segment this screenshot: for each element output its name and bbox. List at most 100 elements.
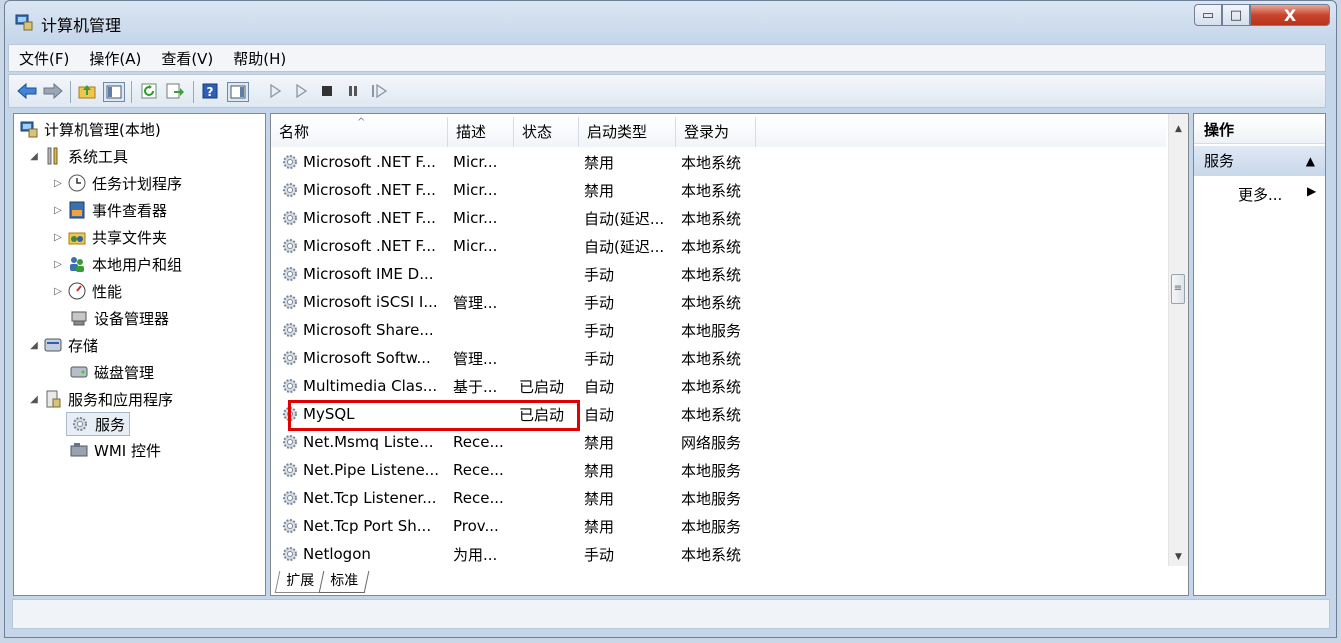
menu-action[interactable]: 操作(A) <box>79 48 151 69</box>
table-row[interactable]: Microsoft iSCSI I... 管理... 手动 本地系统 <box>271 288 1171 316</box>
users-icon <box>68 255 86 273</box>
table-row[interactable]: Multimedia Clas... 基于... 已启动 自动 本地系统 <box>271 372 1171 400</box>
expanded-triangle-icon[interactable]: ◢ <box>28 394 40 405</box>
tree-item-local-users[interactable]: ▷ 本地用户和组 <box>52 253 182 275</box>
table-row[interactable]: Microsoft IME D... 手动 本地系统 <box>271 260 1171 288</box>
minimize-icon: ▭ <box>1201 7 1215 23</box>
service-name: Microsoft IME D... <box>303 265 434 283</box>
scrollbar-thumb[interactable]: ≡ <box>1171 274 1185 304</box>
tree-label-task-scheduler: 任务计划程序 <box>92 174 183 193</box>
table-row[interactable]: Microsoft .NET F... Micr... 自动(延迟... 本地系统 <box>271 204 1171 232</box>
service-name: Microsoft iSCSI I... <box>303 293 438 311</box>
table-row[interactable]: Microsoft .NET F... Micr... 禁用 本地系统 <box>271 176 1171 204</box>
tree-item-services[interactable]: 服务 <box>66 412 131 436</box>
collapsed-triangle-icon[interactable]: ▷ <box>52 205 64 216</box>
scroll-up-icon[interactable]: ▲ <box>1169 120 1188 138</box>
tree-item-device-manager[interactable]: 设备管理器 <box>70 307 169 329</box>
stop-service-icon[interactable] <box>317 82 337 100</box>
table-row[interactable]: Netlogon 为用... 手动 本地系统 <box>271 540 1171 568</box>
service-name-cell: Microsoft .NET F... <box>271 237 445 255</box>
minimize-button[interactable]: ▭ <box>1194 4 1222 26</box>
start-service-alt-icon[interactable] <box>291 82 311 100</box>
tree-item-root[interactable]: 计算机管理(本地) <box>20 118 161 140</box>
gear-icon <box>71 415 89 433</box>
menu-help[interactable]: 帮助(H) <box>223 48 296 69</box>
service-startup-type: 自动 <box>584 405 615 424</box>
column-header-startup[interactable]: 启动类型 <box>579 117 676 147</box>
tree-item-performance[interactable]: ▷ 性能 <box>52 280 122 302</box>
menu-view[interactable]: 查看(V) <box>151 48 223 69</box>
collapsed-triangle-icon[interactable]: ▷ <box>52 259 64 270</box>
service-logon-as: 本地系统 <box>681 209 742 228</box>
service-desc: 基于... <box>453 377 498 396</box>
menu-file[interactable]: 文件(F) <box>9 48 79 69</box>
column-header-status[interactable]: 状态 <box>514 117 579 147</box>
tab-extended[interactable]: 扩展 <box>274 571 326 593</box>
vertical-scrollbar[interactable]: ▲ ≡ ▼ <box>1168 114 1188 566</box>
tree-item-task-scheduler[interactable]: ▷ 任务计划程序 <box>52 172 182 194</box>
service-name-cell: Net.Tcp Port Sh... <box>271 517 445 535</box>
refresh-icon[interactable] <box>139 82 159 100</box>
shared-folder-icon <box>68 228 86 246</box>
collapsed-triangle-icon[interactable]: ▷ <box>52 178 64 189</box>
column-header-row: ^ 名称 描述 状态 启动类型 登录为 <box>271 117 1166 147</box>
view-tabs: 扩展 标准 <box>274 571 370 593</box>
column-header-desc[interactable]: 描述 <box>448 117 514 147</box>
tree-label-local-users: 本地用户和组 <box>92 255 183 274</box>
service-logon-as: 本地系统 <box>681 377 742 396</box>
scroll-down-icon[interactable]: ▼ <box>1169 548 1188 566</box>
collapsed-triangle-icon[interactable]: ▷ <box>52 286 64 297</box>
show-hide-action-pane-icon[interactable] <box>227 82 249 102</box>
table-row[interactable]: Microsoft .NET F... Micr... 禁用 本地系统 <box>271 148 1171 176</box>
column-header-name[interactable]: ^ 名称 <box>271 117 448 147</box>
help-icon[interactable]: ? <box>200 82 220 100</box>
forward-arrow-icon[interactable] <box>43 82 63 100</box>
tree-label-shared-folders: 共享文件夹 <box>92 228 168 247</box>
table-row[interactable]: Microsoft .NET F... Micr... 自动(延迟... 本地系统 <box>271 232 1171 260</box>
expanded-triangle-icon[interactable]: ◢ <box>28 151 40 162</box>
table-row[interactable]: Microsoft Softw... 管理... 手动 本地系统 <box>271 344 1171 372</box>
table-row[interactable]: Net.Tcp Listener... Rece... 禁用 本地服务 <box>271 484 1171 512</box>
expanded-triangle-icon[interactable]: ◢ <box>28 340 40 351</box>
submenu-arrow-icon: ▶ <box>1307 184 1317 198</box>
title-bar[interactable]: 计算机管理 ▭ □ X <box>5 1 1336 41</box>
tree-item-disk-management[interactable]: 磁盘管理 <box>70 361 154 383</box>
service-desc: 管理... <box>453 349 498 368</box>
service-name: Net.Msmq Liste... <box>303 433 434 451</box>
tree-item-system-tools[interactable]: ◢ 系统工具 <box>28 145 128 167</box>
table-row[interactable]: Net.Tcp Port Sh... Prov... 禁用 本地服务 <box>271 512 1171 540</box>
disk-icon <box>70 363 88 381</box>
service-startup-type: 禁用 <box>584 181 615 200</box>
tree-item-shared-folders[interactable]: ▷ 共享文件夹 <box>52 226 167 248</box>
tree-item-event-viewer[interactable]: ▷ 事件查看器 <box>52 199 167 221</box>
service-logon-as: 本地服务 <box>681 461 742 480</box>
actions-group-services[interactable]: 服务 ▲ <box>1194 146 1325 176</box>
column-header-logon[interactable]: 登录为 <box>676 117 756 147</box>
table-row[interactable]: Net.Pipe Listene... Rece... 禁用 本地服务 <box>271 456 1171 484</box>
tree-item-services-apps[interactable]: ◢ 服务和应用程序 <box>28 388 173 410</box>
tree-item-wmi[interactable]: WMI 控件 <box>70 439 161 461</box>
restart-service-icon[interactable] <box>369 82 389 100</box>
back-arrow-icon[interactable] <box>17 82 37 100</box>
export-list-icon[interactable] <box>165 82 185 100</box>
table-row[interactable]: Microsoft Share... 手动 本地服务 <box>271 316 1171 344</box>
performance-icon <box>68 282 86 300</box>
start-service-icon[interactable] <box>265 82 285 100</box>
service-desc: Micr... <box>453 181 498 199</box>
service-name-cell: Netlogon <box>271 545 445 563</box>
service-name-cell: Microsoft .NET F... <box>271 181 445 199</box>
collapsed-triangle-icon[interactable]: ▷ <box>52 232 64 243</box>
service-desc: Micr... <box>453 209 498 227</box>
tree-item-storage[interactable]: ◢ 存储 <box>28 334 98 356</box>
service-logon-as: 本地服务 <box>681 489 742 508</box>
tab-standard[interactable]: 标准 <box>318 571 370 593</box>
collapse-caret-icon[interactable]: ▲ <box>1306 146 1315 176</box>
maximize-button[interactable]: □ <box>1222 4 1250 26</box>
show-hide-tree-icon[interactable] <box>103 82 125 102</box>
table-row[interactable]: Net.Msmq Liste... Rece... 禁用 网络服务 <box>271 428 1171 456</box>
more-actions-link[interactable]: 更多... <box>1238 184 1282 205</box>
close-button[interactable]: X <box>1250 4 1330 26</box>
tab-standard-label: 标准 <box>330 573 359 589</box>
pause-service-icon[interactable] <box>343 82 363 100</box>
up-folder-icon[interactable] <box>77 82 97 100</box>
